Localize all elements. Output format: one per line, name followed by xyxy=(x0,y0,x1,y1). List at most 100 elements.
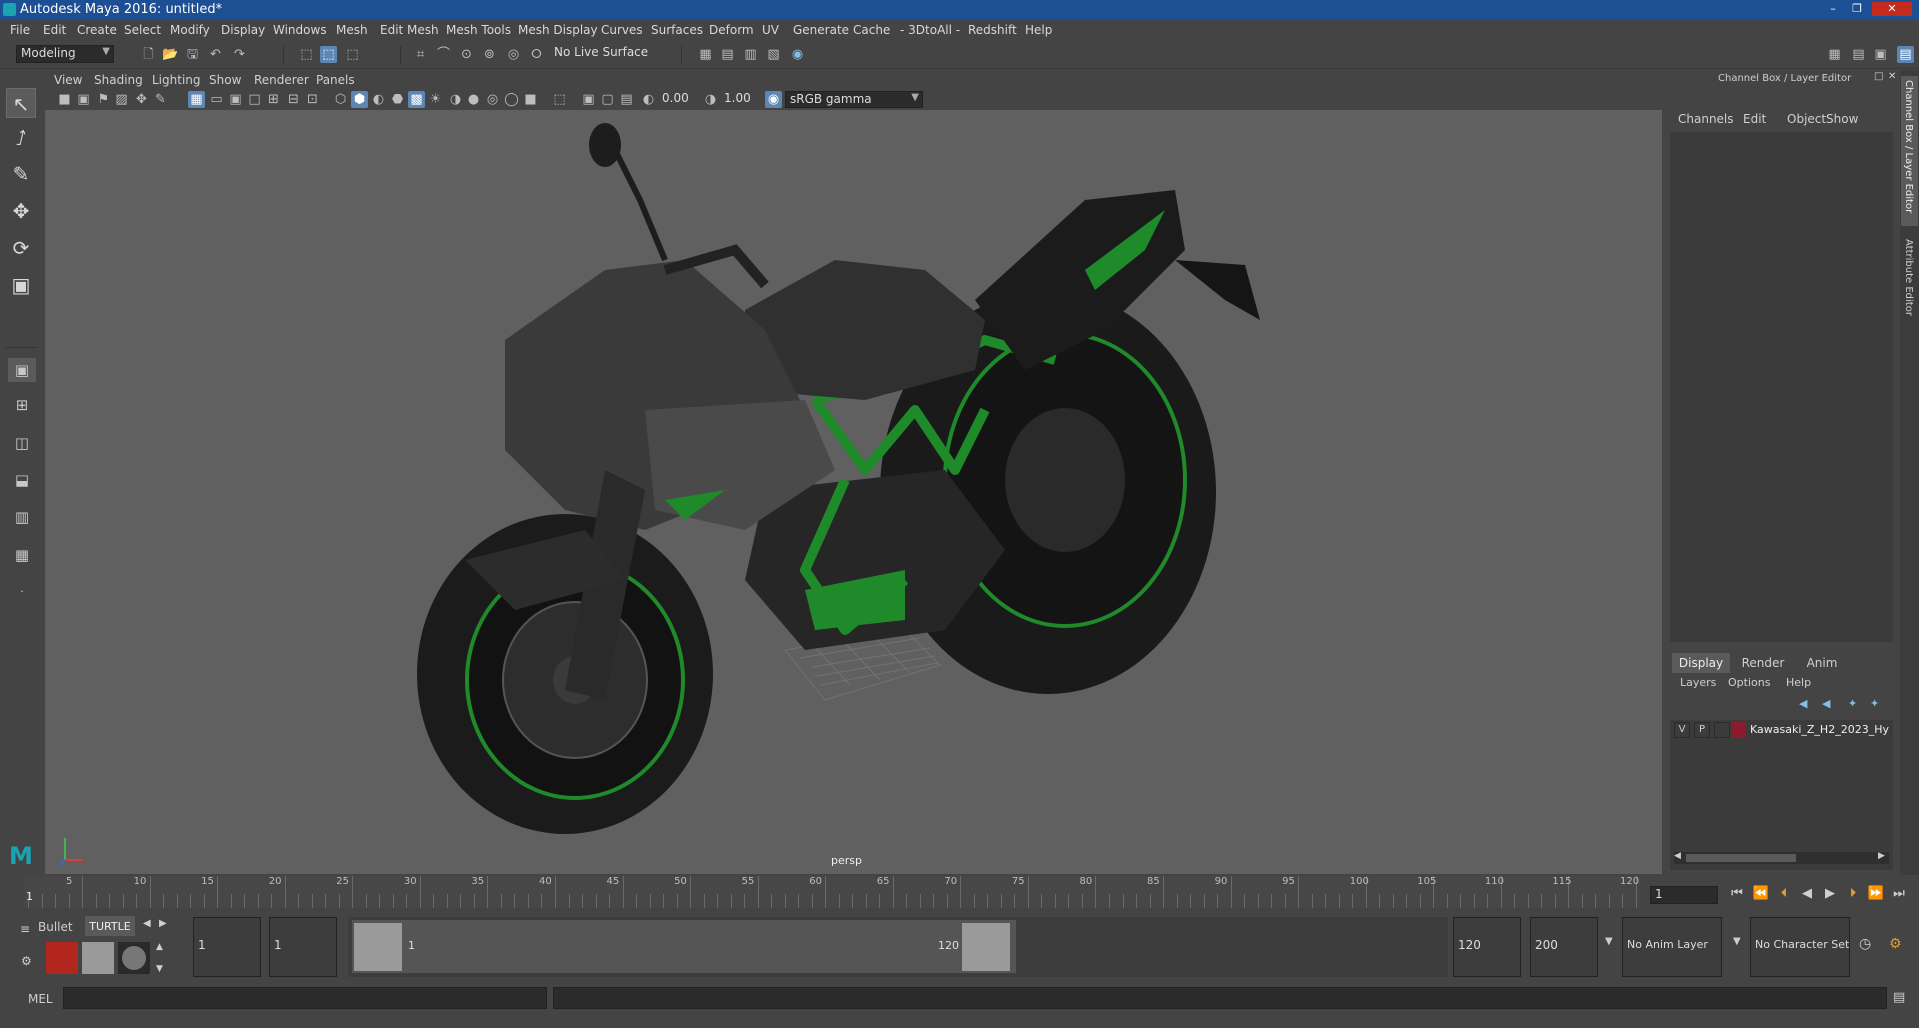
xray-active-components-icon[interactable]: ▢ xyxy=(599,91,616,108)
move-layer-down-icon[interactable]: ◀ xyxy=(1822,697,1830,710)
two-d-pan-icon[interactable]: ✥ xyxy=(133,91,150,108)
animation-preferences-icon[interactable]: ⚙ xyxy=(1889,936,1902,952)
step-back-icon[interactable]: ⏪ xyxy=(1751,886,1771,901)
restore-icon[interactable]: ❐ xyxy=(1846,2,1868,16)
make-live-icon[interactable]: ⭘ xyxy=(528,46,545,63)
menu-select[interactable]: Select xyxy=(124,23,161,37)
field-chart-icon[interactable]: ⊞ xyxy=(265,91,282,108)
layer-name[interactable]: Kawasaki_Z_H2_2023_Hy xyxy=(1750,723,1889,736)
turtle-baking-icon[interactable] xyxy=(82,942,114,974)
redo-icon[interactable]: ↷ xyxy=(231,46,248,63)
use-all-lights-icon[interactable]: ☀ xyxy=(427,91,444,108)
film-gate-icon[interactable]: ▭ xyxy=(208,91,225,108)
select-hierarchy-icon[interactable]: ⬚ xyxy=(298,46,315,63)
grid-toggle-icon[interactable]: ▦ xyxy=(188,91,205,108)
range-slider-bar[interactable] xyxy=(352,920,1016,973)
playback-start-field[interactable]: 1 xyxy=(269,917,337,977)
menu-generate[interactable]: Generate xyxy=(793,23,849,37)
undo-icon[interactable]: ↶ xyxy=(207,46,224,63)
shelf-menu-icon[interactable]: ≡ xyxy=(20,922,30,936)
command-language-label[interactable]: MEL xyxy=(28,992,53,1006)
move-tool-icon[interactable]: ✥ xyxy=(6,196,36,226)
menu-windows[interactable]: Windows xyxy=(273,23,327,37)
range-slider-start-handle[interactable] xyxy=(354,923,402,971)
layer-scrollbar[interactable]: ◀ ▶ xyxy=(1674,851,1889,864)
workspace-icon[interactable]: ▦ xyxy=(1826,46,1843,63)
persp-outliner-layout-icon[interactable]: ◫ xyxy=(8,431,36,455)
render-view-icon[interactable]: ▦ xyxy=(697,46,714,63)
shelf-scroll-left-icon[interactable]: ◀ xyxy=(143,918,151,929)
menu-3dtoall[interactable]: - 3DtoAll - xyxy=(900,23,960,37)
channel-box-toggle-icon[interactable]: ▤ xyxy=(1897,46,1914,63)
shelf-up-icon[interactable]: ▲ xyxy=(156,942,163,952)
channel-menu-channels[interactable]: Channels xyxy=(1678,112,1734,126)
scroll-right-icon[interactable]: ▶ xyxy=(1878,851,1885,861)
range-slider-track[interactable]: 1 120 xyxy=(348,917,1448,977)
motorcycle-model[interactable] xyxy=(45,110,1662,874)
screen-space-ao-icon[interactable]: ● xyxy=(465,91,482,108)
resolution-gate-icon[interactable]: ▣ xyxy=(227,91,244,108)
side-tab-attribute-editor[interactable]: Attribute Editor xyxy=(1901,235,1918,340)
viewport-menu-lighting[interactable]: Lighting xyxy=(152,73,201,87)
new-layer-icon[interactable]: ✦ xyxy=(1848,697,1857,710)
shelf-scroll-right-icon[interactable]: ▶ xyxy=(159,918,167,929)
color-space-selector[interactable]: sRGB gamma ▼ xyxy=(785,91,923,108)
rotate-tool-icon[interactable]: ⟳ xyxy=(6,233,36,263)
channel-list[interactable] xyxy=(1670,132,1893,642)
menu-help[interactable]: Help xyxy=(1025,23,1052,37)
depth-of-field-icon[interactable]: ■ xyxy=(522,91,539,108)
render-layout-icon[interactable]: ▦ xyxy=(8,543,36,567)
layer-tab-anim[interactable]: Anim xyxy=(1796,653,1848,673)
menu-redshift[interactable]: Redshift xyxy=(968,23,1017,37)
hypershade-layout-icon[interactable]: ▥ xyxy=(8,505,36,529)
motion-blur-icon[interactable]: ◎ xyxy=(484,91,501,108)
menu-create[interactable]: Create xyxy=(77,23,117,37)
layer-menu-options[interactable]: Options xyxy=(1728,676,1770,689)
viewport-menu-shading[interactable]: Shading xyxy=(94,73,143,87)
menu-deform[interactable]: Deform xyxy=(709,23,754,37)
snap-projected-icon[interactable]: ⊚ xyxy=(481,46,498,63)
shelf-down-icon[interactable]: ▼ xyxy=(156,964,163,974)
anti-aliasing-icon[interactable]: ◯ xyxy=(503,91,520,108)
backface-culling-icon[interactable]: ▤ xyxy=(618,91,635,108)
four-view-layout-icon[interactable]: ⊞ xyxy=(8,393,36,417)
anim-layer-field[interactable]: No Anim Layer xyxy=(1622,917,1722,977)
viewport-menu-view[interactable]: View xyxy=(54,73,82,87)
time-ruler[interactable]: 5 10 15 20 25 30 35 40 45 50 55 60 65 70 75 80 85 90 95 100… xyxy=(24,876,1640,908)
grease-pencil-icon[interactable]: ✎ xyxy=(152,91,169,108)
auto-key-icon[interactable]: ◷ xyxy=(1859,936,1871,952)
menu-uv[interactable]: UV xyxy=(762,23,779,37)
go-to-start-icon[interactable]: ⏮ xyxy=(1727,886,1747,901)
channel-menu-edit[interactable]: Edit xyxy=(1743,112,1766,126)
select-tool-icon[interactable]: ↖ xyxy=(6,88,36,118)
layer-playback-toggle[interactable]: P xyxy=(1694,722,1710,738)
minimize-icon[interactable]: – xyxy=(1822,2,1844,16)
layer-tab-display[interactable]: Display xyxy=(1672,653,1730,673)
safe-action-icon[interactable]: ⊟ xyxy=(285,91,302,108)
save-scene-icon[interactable]: 🖫 xyxy=(184,46,201,63)
menu-edit-mesh[interactable]: Edit Mesh xyxy=(380,23,439,37)
viewport-menu-show[interactable]: Show xyxy=(209,73,241,87)
chevron-down-icon[interactable]: ▼ xyxy=(1733,936,1741,947)
gamma-field[interactable]: 1.00 xyxy=(720,91,760,108)
viewport-menu-renderer[interactable]: Renderer xyxy=(254,73,309,87)
textured-icon[interactable]: ▩ xyxy=(408,91,425,108)
toggle-panel-icon[interactable]: ▤ xyxy=(1850,46,1867,63)
current-frame-field[interactable]: 1 xyxy=(1650,886,1718,904)
camera-icon[interactable]: ■ xyxy=(56,91,73,108)
play-backward-icon[interactable]: ◀ xyxy=(1797,886,1817,901)
single-perspective-layout-icon[interactable]: ▣ xyxy=(8,358,36,382)
end-time-field[interactable]: 200 xyxy=(1530,917,1598,977)
snap-grid-icon[interactable]: ⌗ xyxy=(412,46,429,63)
scale-tool-icon[interactable]: ▣ xyxy=(6,270,36,300)
exposure-field[interactable]: 0.00 xyxy=(658,91,698,108)
start-time-field[interactable]: 1 xyxy=(193,917,261,977)
select-object-icon[interactable]: ⬚ xyxy=(320,46,337,63)
gate-mask-icon[interactable]: □ xyxy=(246,91,263,108)
turtle-sphere-icon[interactable] xyxy=(118,942,150,974)
channel-menu-object[interactable]: Object xyxy=(1787,112,1826,126)
menu-cache[interactable]: Cache xyxy=(853,23,890,37)
character-set-field[interactable]: No Character Set xyxy=(1750,917,1850,977)
wireframe-on-shaded-icon[interactable]: ◐ xyxy=(370,91,387,108)
layer-row[interactable]: V P Kawasaki_Z_H2_2023_Hy xyxy=(1670,720,1893,740)
